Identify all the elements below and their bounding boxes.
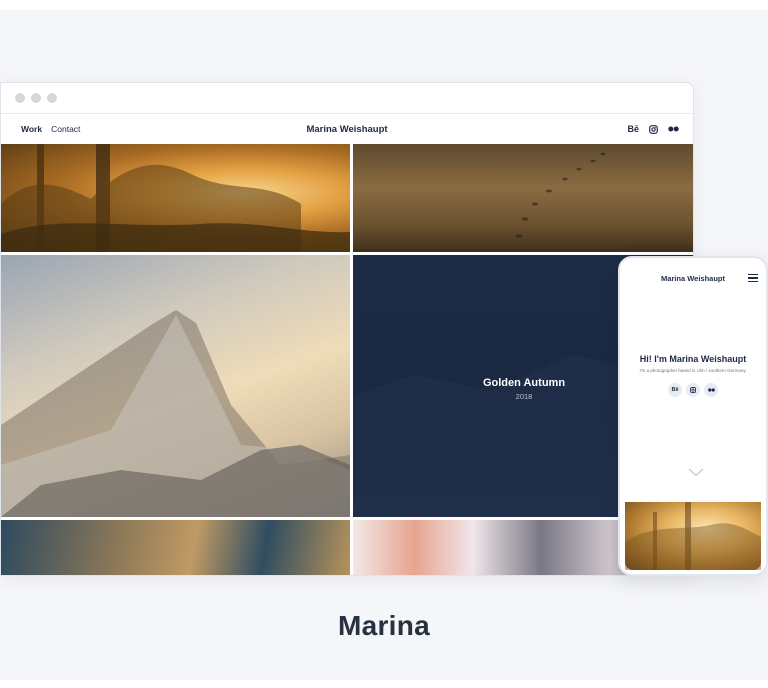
photo-mountain-clouds[interactable] <box>1 255 350 517</box>
browser-window: Work Contact Marina Weishaupt Bē Golden … <box>0 82 694 576</box>
mobile-photo-forest[interactable] <box>625 502 761 570</box>
mobile-header: Marina Weishaupt <box>620 258 766 298</box>
social-links: Bē <box>627 123 679 135</box>
site-navigation: Work Contact Marina Weishaupt Bē <box>1 114 693 144</box>
nav-links: Work Contact <box>21 124 80 134</box>
theme-caption: Marina <box>337 610 431 641</box>
mobile-site-title: Marina Weishaupt <box>660 273 726 283</box>
mobile-social-links: Bē <box>620 383 766 397</box>
photo-grid: Golden Autumn 2018 <box>1 144 693 575</box>
mobile-behance-icon[interactable]: Bē <box>668 383 682 397</box>
mobile-hero-title: Hi! I'm Marina Weishaupt <box>639 354 747 364</box>
hamburger-menu-icon[interactable] <box>748 274 758 282</box>
nav-contact-link[interactable]: Contact <box>51 124 80 134</box>
photo-sand-footprints[interactable] <box>353 144 693 252</box>
mobile-hero-subtitle: I'm a photographer based in Ulm / southe… <box>639 368 747 373</box>
photo-forest-sunlight[interactable] <box>1 144 350 252</box>
showcase-panel: Work Contact Marina Weishaupt Bē Golden … <box>0 10 768 680</box>
scroll-down-chevron-icon[interactable] <box>688 464 704 482</box>
window-close-dot[interactable] <box>15 93 25 103</box>
instagram-icon[interactable] <box>649 123 658 135</box>
mobile-preview: Marina Weishaupt Hi! I'm Marina Weishaup… <box>618 256 768 576</box>
mobile-hero: Hi! I'm Marina Weishaupt I'm a photograp… <box>620 298 766 397</box>
window-maximize-dot[interactable] <box>47 93 57 103</box>
site-title: Marina Weishaupt <box>306 123 388 135</box>
browser-chrome <box>1 83 693 114</box>
window-minimize-dot[interactable] <box>31 93 41 103</box>
behance-icon[interactable]: Bē <box>627 123 639 135</box>
mobile-flickr-icon[interactable] <box>704 383 718 397</box>
photo-aerial-river[interactable] <box>1 520 350 575</box>
flickr-icon[interactable] <box>668 123 679 135</box>
nav-work-link[interactable]: Work <box>21 124 42 134</box>
mobile-instagram-icon[interactable] <box>686 383 700 397</box>
